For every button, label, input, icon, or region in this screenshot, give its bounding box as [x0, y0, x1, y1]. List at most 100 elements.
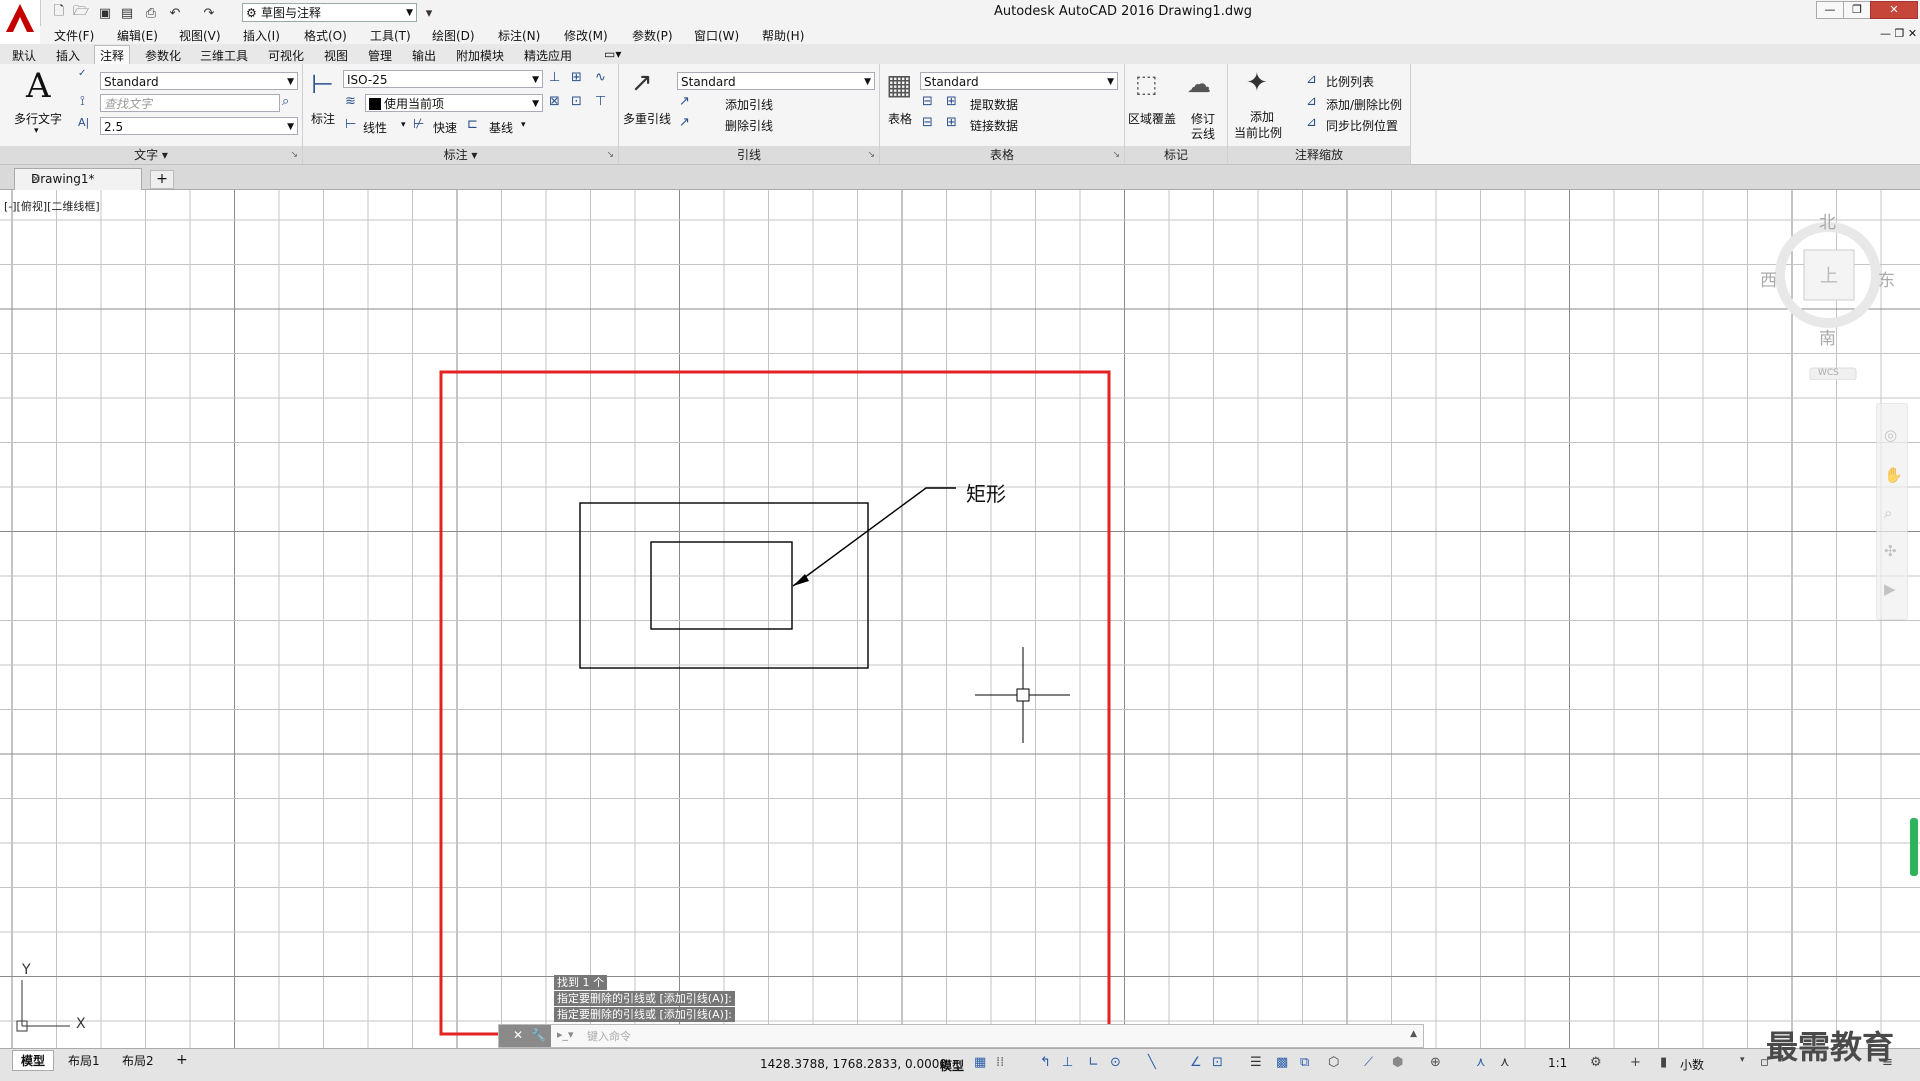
panel-title-markup[interactable]: 标记: [1125, 146, 1227, 164]
viewport-controls[interactable]: [-][俯视][二维线框]: [4, 198, 100, 214]
save-as-icon[interactable]: ▤: [118, 4, 136, 22]
multiline-text-label[interactable]: 多行文字: [14, 110, 62, 127]
viewcube-west[interactable]: 西: [1760, 266, 1777, 291]
menu-insert[interactable]: 插入(I): [243, 27, 280, 44]
menu-file[interactable]: 文件(F): [54, 27, 94, 44]
panel-title-leader[interactable]: 引线 ↘: [619, 146, 879, 164]
table-icon[interactable]: ▦: [886, 68, 912, 101]
multiline-text-icon[interactable]: A: [26, 66, 51, 106]
panel-title-dimension[interactable]: 标注 ▾ ↘: [303, 146, 618, 164]
add-layout-button[interactable]: +: [176, 1052, 188, 1068]
chevron-up-icon[interactable]: ▲: [1410, 1029, 1417, 1039]
doc-tab-drawing1[interactable]: Drawing1* ✕: [14, 168, 142, 190]
extract-data-button[interactable]: 提取数据: [970, 96, 1018, 113]
menu-view[interactable]: 视图(V): [179, 27, 221, 44]
layout-tab-model[interactable]: 模型: [12, 1050, 55, 1071]
quick-dim-icon[interactable]: ⊬: [413, 117, 424, 132]
wipeout-label[interactable]: 区域覆盖: [1128, 110, 1176, 127]
menu-format[interactable]: 格式(O): [304, 27, 347, 44]
annotation-visibility-icon[interactable]: ⋏: [1476, 1055, 1486, 1070]
dim-inspect-icon[interactable]: ⊠: [549, 94, 560, 109]
table-style-select[interactable]: Standard ▼: [920, 72, 1118, 90]
layout-tab-layout1[interactable]: 布局1: [68, 1052, 100, 1069]
new-tab-button[interactable]: +: [150, 170, 174, 189]
dimension-icon[interactable]: ⊢: [311, 70, 334, 100]
new-icon[interactable]: 🗋: [50, 4, 68, 22]
wcs-menu[interactable]: WCS: [1818, 368, 1839, 378]
spellcheck-icon[interactable]: ✓: [78, 68, 86, 79]
scrollbar-thumb[interactable]: [1910, 818, 1918, 876]
wrench-icon[interactable]: 🔧: [531, 1028, 546, 1042]
recent-commands-icon[interactable]: ▸_▾: [557, 1028, 574, 1041]
viewcube[interactable]: 北 西 东 南 上 WCS: [1752, 200, 1895, 380]
multileader-icon[interactable]: ↗: [631, 68, 653, 98]
infer-constraints-icon[interactable]: ↰: [1040, 1055, 1051, 1070]
isodraft-icon[interactable]: ╲: [1148, 1055, 1156, 1070]
selection-cycling-icon[interactable]: ⧉: [1300, 1055, 1309, 1070]
add-delete-scale-button[interactable]: 添加/删除比例: [1326, 96, 1402, 113]
leader-text[interactable]: 矩形: [966, 478, 1006, 507]
ribbon-toggle-icon[interactable]: ▭▾: [604, 47, 621, 61]
tab-parametric[interactable]: 参数化: [145, 47, 181, 64]
link-data-button[interactable]: 链接数据: [970, 117, 1018, 134]
text-height-select[interactable]: 2.5 ▼: [100, 117, 298, 135]
linear-button[interactable]: 线性: [363, 119, 387, 136]
dim-update-icon[interactable]: ⊡: [571, 94, 582, 109]
close-button[interactable]: ✕: [1870, 1, 1918, 19]
dynamic-ucs-icon[interactable]: ⟋: [1364, 1055, 1373, 1070]
model-space-button[interactable]: 模型: [940, 1057, 964, 1074]
menu-tools[interactable]: 工具(T): [370, 27, 411, 44]
tab-manage[interactable]: 管理: [368, 47, 392, 64]
tab-annotate[interactable]: 注释: [94, 45, 131, 65]
selection-filter-icon[interactable]: ⬢: [1392, 1055, 1403, 1070]
add-delete-scale-icon[interactable]: ⊿: [1306, 94, 1317, 109]
wipeout-icon[interactable]: ⬚: [1135, 70, 1158, 98]
menu-edit[interactable]: 编辑(E): [117, 27, 158, 44]
quick-dim-button[interactable]: 快速: [433, 119, 457, 136]
menu-dimension[interactable]: 标注(N): [498, 27, 540, 44]
snap-icon[interactable]: ⁞⁞: [996, 1055, 1004, 1070]
scale-list-icon[interactable]: ⊿: [1306, 72, 1317, 87]
auto-scale-icon[interactable]: ⋏: [1500, 1055, 1510, 1070]
panel-title-table[interactable]: 表格 ↘: [880, 146, 1124, 164]
workspace-switch-icon[interactable]: ⚙: [1590, 1055, 1602, 1070]
menu-window[interactable]: 窗口(W): [694, 27, 739, 44]
add-leader-button[interactable]: 添加引线: [725, 96, 773, 113]
doc-window-controls[interactable]: — ❐ ✕: [1880, 27, 1917, 40]
add-current-scale-icon[interactable]: ✦: [1246, 68, 1268, 98]
revcloud-label-2[interactable]: 云线: [1191, 125, 1215, 142]
gizmo-icon[interactable]: ⊕: [1430, 1055, 1441, 1070]
showmotion-icon[interactable]: ▶: [1884, 580, 1896, 598]
dim-style-select[interactable]: ISO-25 ▼: [343, 70, 543, 88]
menu-modify[interactable]: 修改(M): [564, 27, 608, 44]
layout-tab-layout2[interactable]: 布局2: [122, 1052, 154, 1069]
menu-draw[interactable]: 绘图(D): [432, 27, 475, 44]
search-icon[interactable]: ⌕: [282, 94, 289, 109]
command-input[interactable]: 键入命令: [587, 1028, 631, 1044]
transparency-icon[interactable]: ▩: [1276, 1055, 1288, 1070]
chevron-down-icon[interactable]: ▾: [521, 120, 526, 130]
extract-data-icon[interactable]: ⊟: [922, 94, 933, 109]
dimension-label[interactable]: 标注: [311, 110, 335, 127]
dynamic-input-icon[interactable]: ⊥: [1062, 1055, 1073, 1070]
tab-output[interactable]: 输出: [412, 47, 436, 64]
tab-view[interactable]: 视图: [324, 47, 348, 64]
inner-rectangle[interactable]: [650, 541, 793, 630]
scale-list-button[interactable]: 比例列表: [1326, 73, 1374, 90]
menu-params[interactable]: 参数(P): [632, 27, 673, 44]
linear-icon[interactable]: ⊢: [345, 117, 356, 132]
tab-visualize[interactable]: 可视化: [268, 47, 304, 64]
print-icon[interactable]: ⎙: [142, 4, 160, 22]
viewcube-south[interactable]: 南: [1819, 324, 1836, 349]
baseline-button[interactable]: 基线: [489, 119, 513, 136]
orbit-icon[interactable]: ✣: [1884, 542, 1897, 560]
chevron-down-icon[interactable]: ▾: [1740, 1055, 1745, 1065]
command-line-handle[interactable]: ✕ 🔧: [499, 1025, 551, 1047]
outer-rectangle[interactable]: [579, 502, 869, 669]
text-style-select[interactable]: Standard ▼: [100, 72, 298, 90]
multileader-label[interactable]: 多重引线: [623, 110, 671, 127]
drawing-canvas[interactable]: 矩形 Y X [-][俯视][二维线框]: [0, 190, 1920, 1048]
panel-title-text[interactable]: 文字 ▾ ↘: [0, 146, 302, 164]
open-icon[interactable]: 🗁: [72, 4, 90, 22]
viewcube-east[interactable]: 东: [1878, 266, 1895, 291]
